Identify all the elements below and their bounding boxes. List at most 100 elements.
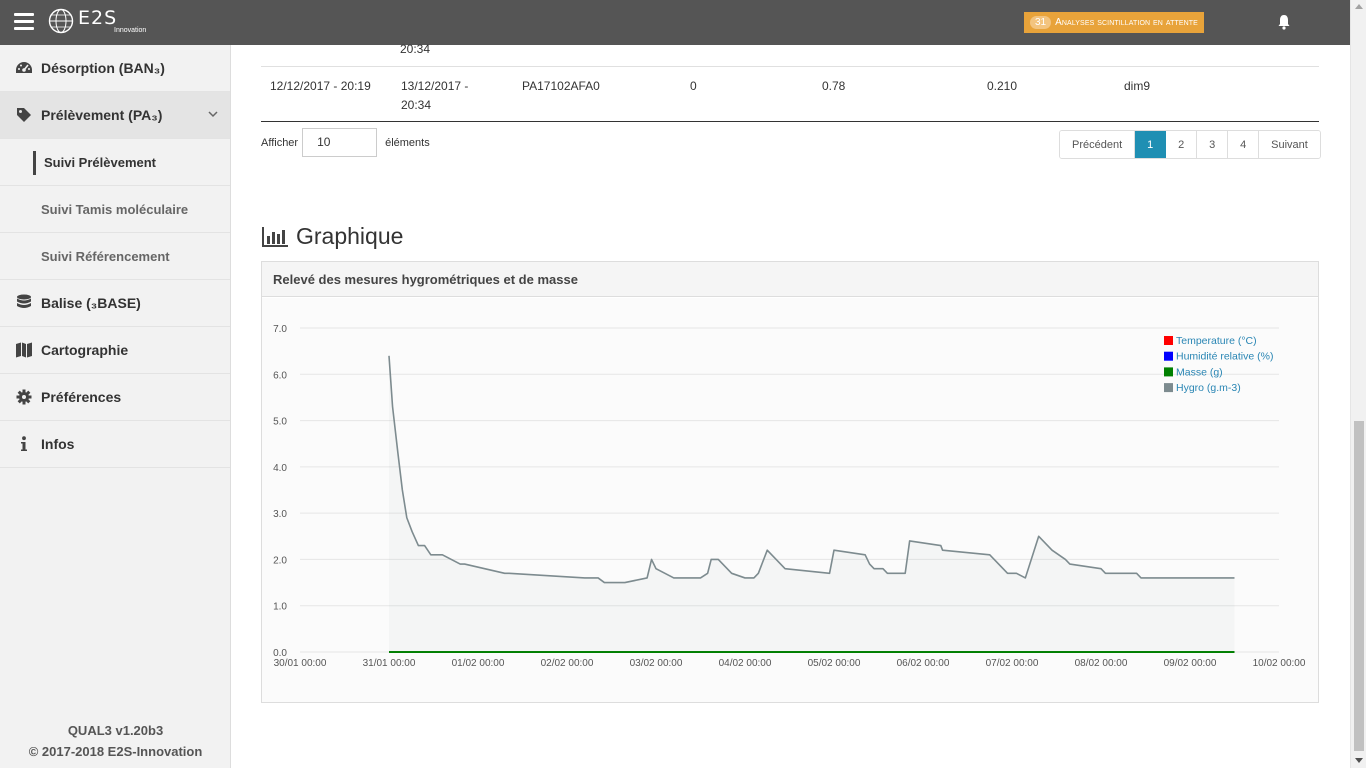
y-tick-label: 4.0 [273, 463, 287, 474]
table-cell: 20:34 [400, 42, 431, 56]
chevron-down-icon[interactable] [208, 109, 218, 119]
x-tick-label: 09/02 00:00 [1164, 658, 1217, 669]
y-tick-label: 3.0 [273, 509, 287, 520]
x-tick-label: 03/02 00:00 [630, 658, 683, 669]
sidebar-item-balise[interactable]: Balise (₃BASE) [0, 280, 230, 327]
table-row: 20:34 [261, 42, 1319, 67]
bell-icon[interactable] [1277, 14, 1291, 30]
table-cell-line: 20:34 [401, 98, 432, 112]
x-tick-label: 30/01 00:00 [274, 658, 327, 669]
x-tick-label: 06/02 00:00 [897, 658, 950, 669]
sidebar-subitem-suivi-prelevement[interactable]: Suivi Prélèvement [0, 139, 230, 186]
y-tick-label: 6.0 [273, 370, 287, 381]
sidebar-item-label: Préférences [41, 389, 122, 405]
globe-icon [48, 8, 74, 34]
dashboard-icon [15, 59, 33, 77]
y-tick-label: 1.0 [273, 602, 287, 613]
section-title: Graphique [296, 223, 404, 249]
logo-brand: E2S [78, 6, 118, 29]
table-cell: 0.210 [987, 79, 1018, 93]
logo-subtitle: Innovation [114, 26, 147, 34]
table-cell-line: 13/12/2017 - [401, 79, 469, 93]
x-tick-label: 04/02 00:00 [719, 658, 772, 669]
map-icon [15, 341, 33, 359]
table-cell: 13/12/2017 - 20:34 [401, 77, 468, 115]
sidebar: Désorption (BAN₃) Prélèvement (PA₃) Suiv… [0, 45, 231, 768]
legend-label: Hygro (g.m-3) [1176, 382, 1241, 394]
legend-label: Masse (g) [1176, 366, 1223, 378]
pagination: Précédent 1 2 3 4 Suivant [1059, 130, 1321, 159]
sidebar-subitem-label: Suivi Prélèvement [44, 154, 156, 170]
sidebar-subitem-suivi-tamis[interactable]: Suivi Tamis moléculaire [0, 186, 230, 233]
section-header: Graphique [261, 223, 403, 250]
pagination-page-2[interactable]: 2 [1166, 131, 1198, 158]
pending-analyses-alert[interactable]: 31 Analyses scintillation en attente [1024, 12, 1204, 33]
main-content: 20:34 12/12/2017 - 20:19 13/12/2017 - 20:… [231, 42, 1350, 768]
sidebar-item-preferences[interactable]: Préférences [0, 374, 230, 421]
pending-count-badge: 31 [1030, 16, 1052, 29]
sidebar-item-label: Prélèvement (PA₃) [41, 107, 163, 123]
table-cell: 0.78 [822, 79, 846, 93]
info-icon [15, 435, 33, 453]
pagination-page-1[interactable]: 1 [1135, 131, 1167, 158]
x-tick-label: 01/02 00:00 [452, 658, 505, 669]
sidebar-item-desorption[interactable]: Désorption (BAN₃) [0, 45, 230, 92]
page-scrollbar[interactable] [1350, 0, 1366, 768]
hygro-mass-chart: 0.01.02.03.04.05.06.07.030/01 00:00 31/01… [262, 298, 1318, 702]
pagination-page-3[interactable]: 3 [1197, 131, 1229, 158]
sidebar-item-cartographie[interactable]: Cartographie [0, 327, 230, 374]
pagination-next-button[interactable]: Suivant [1259, 131, 1320, 158]
menu-toggle-icon[interactable] [14, 13, 34, 31]
copyright: © 2017-2018 E2S-Innovation [28, 744, 203, 759]
table-row[interactable]: 12/12/2017 - 20:19 13/12/2017 - 20:34 PA1… [261, 68, 1319, 122]
top-navbar: E2S Innovation 31 Analyses scintillation… [0, 0, 1350, 45]
legend-swatch [1164, 383, 1173, 393]
bar-chart-icon [262, 226, 288, 247]
legend-swatch [1164, 351, 1173, 361]
tag-icon [15, 106, 33, 124]
database-icon [15, 294, 33, 312]
sidebar-item-infos[interactable]: Infos [0, 421, 230, 468]
page-length-suffix: éléments [385, 136, 430, 149]
sidebar-subitem-label: Suivi Tamis moléculaire [41, 201, 189, 217]
x-tick-label: 02/02 00:00 [541, 658, 594, 669]
page-length-prefix: Afficher [261, 136, 299, 149]
sidebar-subitem-label: Suivi Référencement [41, 248, 170, 264]
app-version: QUAL3 v1.20b3 [67, 723, 164, 738]
sidebar-item-label: Cartographie [41, 342, 129, 358]
legend-swatch [1164, 336, 1173, 345]
pagination-prev-button[interactable]: Précédent [1060, 131, 1136, 158]
y-tick-label: 2.0 [273, 555, 287, 566]
table-cell: 0 [690, 79, 697, 93]
table-cell: PA17102AFA0 [522, 79, 600, 93]
app-logo[interactable]: E2S Innovation [48, 8, 146, 34]
sidebar-item-label: Désorption (BAN₃) [41, 60, 165, 76]
sidebar-item-label: Infos [41, 436, 75, 452]
pagination-page-4[interactable]: 4 [1228, 131, 1260, 158]
sidebar-item-label: Balise (₃BASE) [41, 295, 141, 311]
sidebar-item-prelevement[interactable]: Prélèvement (PA₃) [0, 92, 230, 139]
legend-label: Humidité relative (%) [1176, 351, 1273, 363]
legend-label: Temperature (°C) [1176, 335, 1257, 347]
y-tick-label: 5.0 [273, 417, 287, 428]
page-length-select[interactable]: 10 [302, 128, 378, 157]
gear-icon [15, 388, 33, 406]
pending-analyses-label: Analyses scintillation en attente [1055, 17, 1198, 28]
x-tick-label: 10/02 00:00 [1253, 658, 1306, 669]
scroll-down-icon[interactable] [1355, 758, 1363, 763]
table-cell: dim9 [1124, 79, 1151, 93]
scrollbar-thumb[interactable] [1354, 421, 1364, 751]
x-tick-label: 31/01 00:00 [363, 658, 416, 669]
panel-title: Relevé des mesures hygrométriques et de … [262, 262, 1318, 297]
x-tick-label: 08/02 00:00 [1075, 658, 1128, 669]
legend-swatch [1164, 367, 1173, 377]
chart-panel: Relevé des mesures hygrométriques et de … [261, 261, 1319, 703]
scroll-up-icon[interactable] [1355, 4, 1363, 9]
page-length-control: Afficher 10 éléments [261, 128, 430, 157]
y-tick-label: 7.0 [273, 324, 287, 335]
table-cell: 12/12/2017 - 20:19 [270, 79, 371, 93]
x-tick-label: 05/02 00:00 [808, 658, 861, 669]
x-tick-label: 07/02 00:00 [986, 658, 1039, 669]
sidebar-subitem-suivi-referencement[interactable]: Suivi Référencement [0, 233, 230, 280]
chart-container: 0.0 1.0 2.0 3.0 4.0 5.0 6.0 7.0 30/01 00:00 31/01… [262, 298, 1318, 702]
